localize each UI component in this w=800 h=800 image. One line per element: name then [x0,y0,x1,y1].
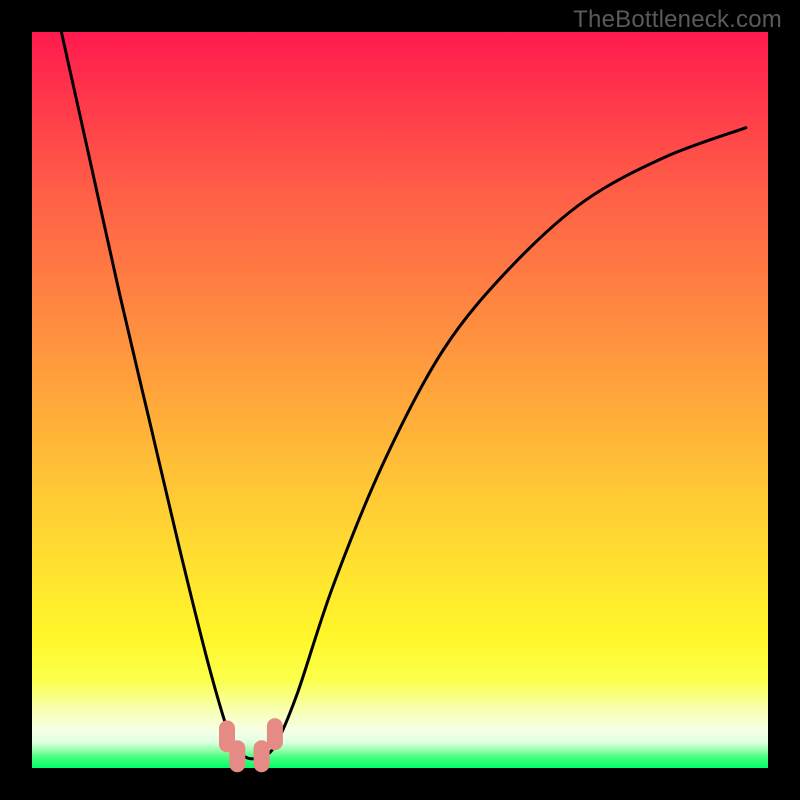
curve-marker [254,740,270,772]
plot-area [32,32,768,768]
curve-line [61,32,746,759]
marker-group [219,718,283,772]
bottleneck-curve [61,32,746,759]
watermark-text: TheBottleneck.com [573,6,782,34]
chart-stage: TheBottleneck.com [0,0,800,800]
curve-svg [32,32,768,768]
curve-marker [229,740,245,772]
curve-marker [267,718,283,750]
